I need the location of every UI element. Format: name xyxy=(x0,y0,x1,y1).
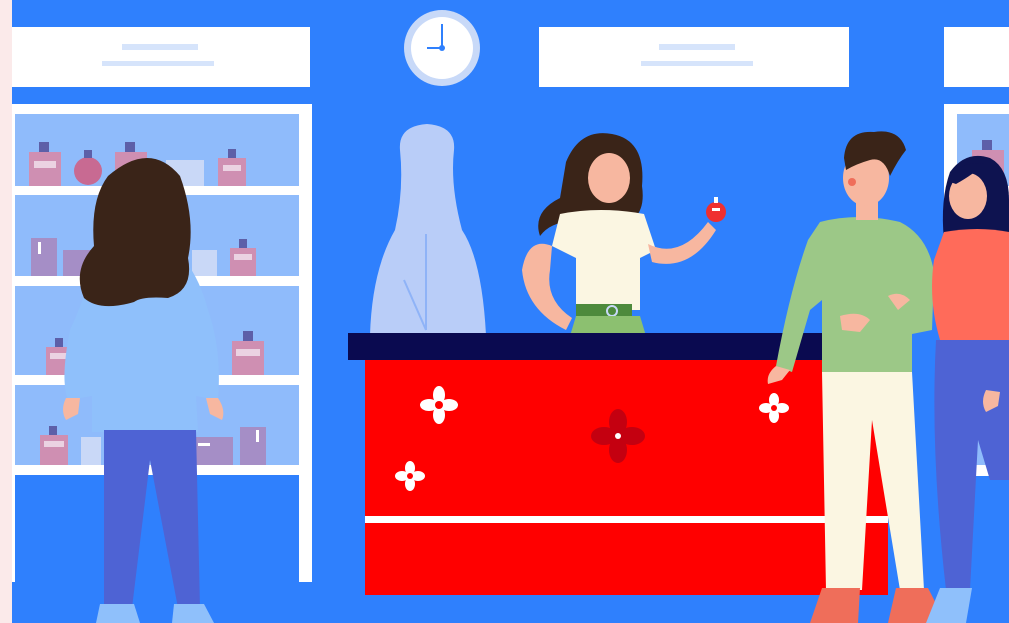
shop-counter xyxy=(348,333,888,595)
left-edge-strip xyxy=(0,0,12,623)
perfume-shop-illustration xyxy=(0,0,1009,623)
sign-left xyxy=(12,27,310,87)
wall-clock-icon xyxy=(404,10,480,86)
sign-center xyxy=(539,27,849,87)
sign-right xyxy=(944,27,1009,87)
